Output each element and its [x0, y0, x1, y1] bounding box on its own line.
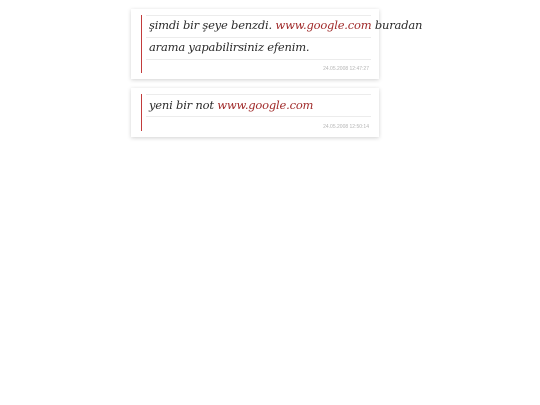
- ruled-line: [146, 116, 371, 117]
- note-timestamp: 24.05.2008 12:47:27: [323, 66, 369, 72]
- note-text: arama yapabilirsiniz efenim.: [149, 40, 310, 54]
- note-text-line: yeni bir not www.google.com: [149, 95, 365, 116]
- ruled-line: [146, 59, 371, 60]
- note-text: buradan: [371, 18, 423, 32]
- note-text: yeni bir not: [149, 98, 218, 112]
- note-link[interactable]: www.google.com: [275, 18, 371, 32]
- note-margin: yeni bir not www.google.com 24.05.2008 1…: [141, 94, 371, 131]
- note-text: şimdi bir şeye benzdi.: [149, 18, 276, 32]
- note-margin: şimdi bir şeye benzdi. www.google.com bu…: [141, 15, 422, 73]
- note-card: şimdi bir şeye benzdi. www.google.com bu…: [131, 9, 422, 79]
- note-timestamp: 24.05.2008 12:50:14: [323, 124, 369, 130]
- note-text-line: arama yapabilirsiniz efenim.: [149, 37, 365, 58]
- note-link[interactable]: www.google.com: [217, 98, 313, 112]
- note-card: yeni bir not www.google.com 24.05.2008 1…: [131, 88, 379, 137]
- note-text-line: şimdi bir şeye benzdi. www.google.com bu…: [149, 15, 422, 36]
